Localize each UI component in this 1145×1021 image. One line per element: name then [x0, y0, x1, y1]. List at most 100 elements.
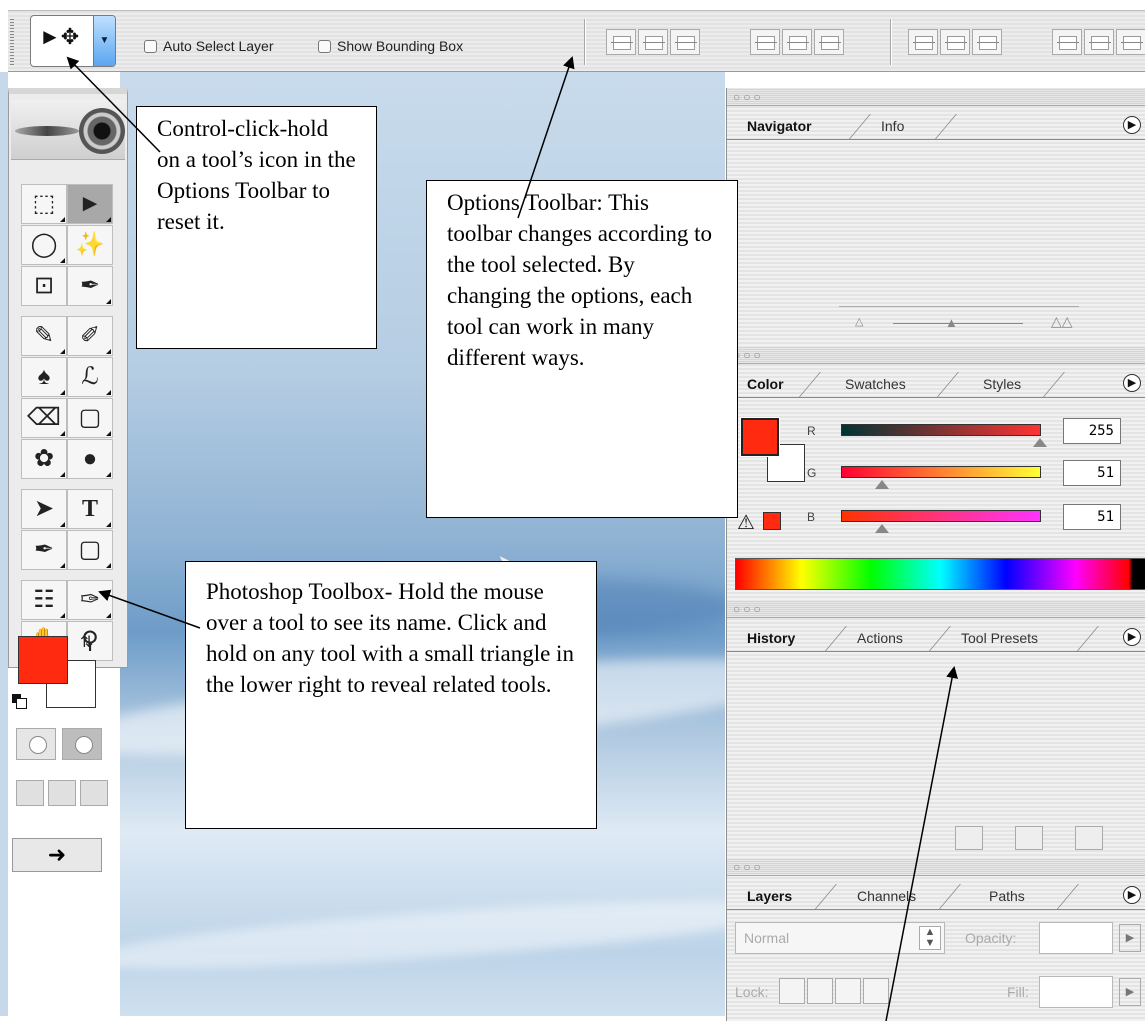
default-colors-icon[interactable]: [12, 694, 27, 709]
healing-brush-tool-icon[interactable]: ✎: [21, 316, 67, 356]
align-bottom-icon[interactable]: [670, 29, 700, 55]
standard-mode-button[interactable]: [16, 728, 56, 760]
tab-channels[interactable]: Channels: [851, 884, 916, 910]
eyedropper-tool-icon[interactable]: ✑: [67, 580, 113, 620]
palette-title-bar[interactable]: ○○○: [727, 88, 1145, 106]
trash-icon[interactable]: [1075, 826, 1103, 850]
toolbar-grip[interactable]: [10, 19, 14, 65]
tab-color[interactable]: Color: [741, 372, 784, 398]
palette-menu-arrow-icon[interactable]: ▶: [1123, 116, 1141, 134]
align-top-icon[interactable]: [606, 29, 636, 55]
align-left-icon[interactable]: [750, 29, 780, 55]
tab-styles[interactable]: Styles: [977, 372, 1021, 398]
history-brush-tool-icon[interactable]: ℒ: [67, 357, 113, 397]
palette-title-bar[interactable]: ○○○: [727, 600, 1145, 618]
tab-paths[interactable]: Paths: [983, 884, 1025, 910]
tab-navigator[interactable]: Navigator: [741, 114, 812, 140]
eraser-tool-icon[interactable]: ⌫: [21, 398, 67, 438]
lock-pixels-icon[interactable]: [807, 978, 833, 1004]
gamut-swatch[interactable]: [763, 512, 781, 530]
checkbox-icon[interactable]: [144, 40, 157, 53]
align-vcenter-icon[interactable]: [638, 29, 668, 55]
slice-tool-icon[interactable]: ✒: [67, 266, 113, 306]
navigator-zoom-slider[interactable]: △ ▲ △△: [839, 306, 1079, 340]
tab-info[interactable]: Info: [875, 114, 904, 140]
shape-tool-icon[interactable]: ▢: [67, 530, 113, 570]
window-buttons-icon[interactable]: ○○○: [733, 860, 764, 874]
tab-tool-presets[interactable]: Tool Presets: [955, 626, 1038, 652]
chevron-down-icon[interactable]: ▼: [93, 16, 115, 66]
fill-arrow-icon[interactable]: ▶: [1119, 978, 1141, 1006]
foreground-color-swatch[interactable]: [18, 636, 68, 684]
distribute-top-icon[interactable]: [908, 29, 938, 55]
path-selection-tool-icon[interactable]: ➤: [21, 489, 67, 529]
green-slider[interactable]: [841, 466, 1041, 478]
photoshop-logo[interactable]: [11, 100, 125, 160]
palette-menu-arrow-icon[interactable]: ▶: [1123, 628, 1141, 646]
crop-tool-icon[interactable]: ⊡: [21, 266, 67, 306]
tab-swatches[interactable]: Swatches: [839, 372, 906, 398]
tool-preset-picker[interactable]: ►✥ ▼: [30, 15, 116, 67]
gradient-tool-icon[interactable]: ▢: [67, 398, 113, 438]
palette-menu-arrow-icon[interactable]: ▶: [1123, 374, 1141, 392]
palette-menu-arrow-icon[interactable]: ▶: [1123, 886, 1141, 904]
dodge-tool-icon[interactable]: ●: [67, 439, 113, 479]
blur-tool-icon[interactable]: ✿: [21, 439, 67, 479]
clone-stamp-tool-icon[interactable]: ♠: [21, 357, 67, 397]
window-buttons-icon[interactable]: ○○○: [733, 90, 764, 104]
distribute-hcenter-icon[interactable]: [1084, 29, 1114, 55]
magic-wand-tool-icon[interactable]: ✨: [67, 225, 113, 265]
type-tool-icon[interactable]: T: [67, 489, 113, 529]
window-buttons-icon[interactable]: ○○○: [733, 602, 764, 616]
notes-tool-icon[interactable]: ☷: [21, 580, 67, 620]
blue-slider-thumb[interactable]: [875, 524, 889, 533]
red-value-field[interactable]: 255: [1063, 418, 1121, 444]
lock-all-icon[interactable]: [863, 978, 889, 1004]
green-slider-thumb[interactable]: [875, 480, 889, 489]
distribute-left-icon[interactable]: [1052, 29, 1082, 55]
blend-mode-select[interactable]: Normal: [735, 922, 945, 954]
color-foreground-swatch[interactable]: [740, 417, 780, 457]
align-right-icon[interactable]: [814, 29, 844, 55]
blue-value-field[interactable]: 51: [1063, 504, 1121, 530]
jump-to-imageready-button[interactable]: ➜: [12, 838, 102, 872]
show-bounding-box-checkbox[interactable]: Show Bounding Box: [318, 38, 463, 54]
quick-mask-mode-button[interactable]: [62, 728, 102, 760]
out-of-gamut-warning-icon[interactable]: ⚠: [737, 510, 755, 535]
checkbox-icon[interactable]: [318, 40, 331, 53]
marquee-tool-icon[interactable]: ⬚: [21, 184, 67, 224]
pen-tool-icon[interactable]: ✒: [21, 530, 67, 570]
fill-field[interactable]: [1039, 976, 1113, 1008]
standard-screen-mode-button[interactable]: [16, 780, 44, 806]
brush-tool-icon[interactable]: ✐: [67, 316, 113, 356]
tab-actions[interactable]: Actions: [851, 626, 903, 652]
zoom-in-icon[interactable]: △△: [1051, 313, 1073, 330]
red-slider[interactable]: [841, 424, 1041, 436]
distribute-bottom-icon[interactable]: [972, 29, 1002, 55]
lock-position-icon[interactable]: [835, 978, 861, 1004]
move-tool-icon[interactable]: ►: [67, 184, 113, 224]
align-hcenter-icon[interactable]: [782, 29, 812, 55]
blue-slider[interactable]: [841, 510, 1041, 522]
opacity-arrow-icon[interactable]: ▶: [1119, 924, 1141, 952]
new-snapshot-icon[interactable]: [1015, 826, 1043, 850]
opacity-field[interactable]: [1039, 922, 1113, 954]
auto-select-layer-checkbox[interactable]: Auto Select Layer: [144, 38, 274, 54]
tab-history[interactable]: History: [741, 626, 795, 652]
full-screen-menu-mode-button[interactable]: [48, 780, 76, 806]
green-value-field[interactable]: 51: [1063, 460, 1121, 486]
distribute-vcenter-icon[interactable]: [940, 29, 970, 55]
swap-colors-icon[interactable]: ⇅: [80, 632, 93, 652]
distribute-right-icon[interactable]: [1116, 29, 1145, 55]
red-slider-thumb[interactable]: [1033, 438, 1047, 447]
move-tool-icon[interactable]: ►✥: [39, 24, 79, 50]
zoom-out-icon[interactable]: △: [855, 315, 863, 328]
palette-title-bar[interactable]: ○○○: [727, 858, 1145, 876]
color-spectrum-bar[interactable]: [735, 558, 1145, 590]
tab-layers[interactable]: Layers: [741, 884, 792, 910]
lasso-tool-icon[interactable]: ◯: [21, 225, 67, 265]
full-screen-mode-button[interactable]: [80, 780, 108, 806]
slider-thumb[interactable]: ▲: [945, 315, 958, 330]
new-document-from-state-icon[interactable]: [955, 826, 983, 850]
lock-transparency-icon[interactable]: [779, 978, 805, 1004]
